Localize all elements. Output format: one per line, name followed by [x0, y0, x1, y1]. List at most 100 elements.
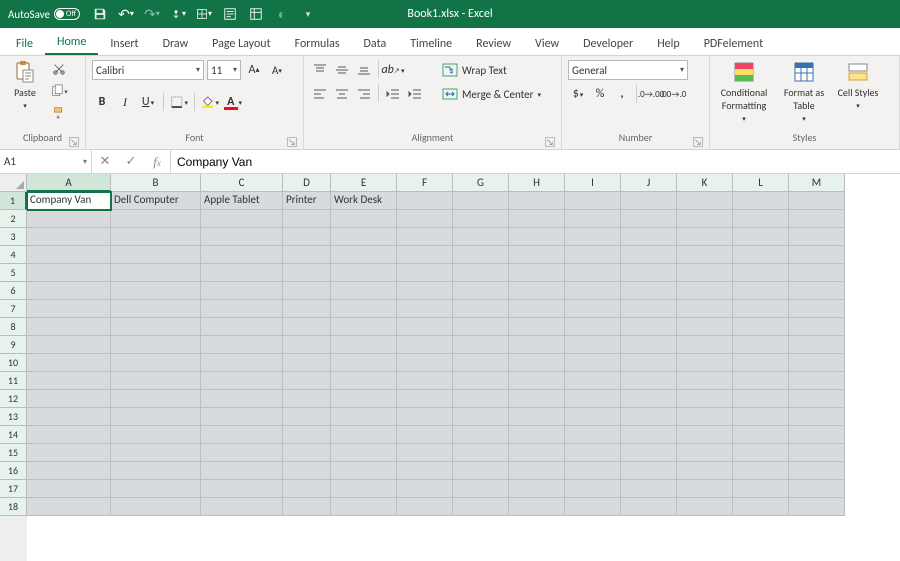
- cell[interactable]: [111, 210, 201, 228]
- decrease-decimal-icon[interactable]: .00→.0: [663, 84, 683, 104]
- cell[interactable]: [397, 300, 453, 318]
- cell[interactable]: [283, 264, 331, 282]
- cell[interactable]: [509, 390, 565, 408]
- cell[interactable]: [677, 210, 733, 228]
- row-header[interactable]: 10: [0, 354, 27, 372]
- cell[interactable]: [397, 372, 453, 390]
- cell[interactable]: [509, 192, 565, 210]
- cell[interactable]: [677, 498, 733, 516]
- cell[interactable]: Printer: [283, 192, 331, 210]
- cell[interactable]: [283, 336, 331, 354]
- cell[interactable]: [509, 210, 565, 228]
- cell[interactable]: [111, 444, 201, 462]
- pivottable-icon[interactable]: [248, 6, 264, 22]
- cell[interactable]: [201, 300, 283, 318]
- cell[interactable]: [789, 444, 845, 462]
- cell[interactable]: [789, 372, 845, 390]
- cell[interactable]: [789, 246, 845, 264]
- tab-help[interactable]: Help: [645, 31, 692, 55]
- cell[interactable]: [565, 192, 621, 210]
- cell[interactable]: [111, 318, 201, 336]
- cell[interactable]: [509, 318, 565, 336]
- cell[interactable]: [27, 354, 111, 372]
- font-dialog-launcher[interactable]: ↘: [287, 137, 297, 147]
- font-size-combo[interactable]: 11▾: [207, 60, 241, 80]
- cell[interactable]: [789, 318, 845, 336]
- column-header[interactable]: A: [27, 174, 111, 192]
- cell[interactable]: [397, 498, 453, 516]
- cell[interactable]: [733, 462, 789, 480]
- cell[interactable]: [331, 462, 397, 480]
- cell[interactable]: [111, 462, 201, 480]
- cell[interactable]: [453, 264, 509, 282]
- cell[interactable]: [27, 426, 111, 444]
- fill-color-button[interactable]: ▾: [200, 92, 220, 112]
- align-middle-icon[interactable]: [332, 60, 352, 80]
- save-icon[interactable]: [92, 6, 108, 22]
- cell[interactable]: [509, 354, 565, 372]
- cell[interactable]: [621, 300, 677, 318]
- cell[interactable]: [677, 246, 733, 264]
- cell[interactable]: [331, 372, 397, 390]
- merge-center-button[interactable]: Merge & Center ▾: [437, 84, 546, 104]
- cell[interactable]: [509, 246, 565, 264]
- cell[interactable]: [201, 408, 283, 426]
- cell[interactable]: [789, 192, 845, 210]
- cell[interactable]: [509, 264, 565, 282]
- cell[interactable]: [733, 264, 789, 282]
- cell[interactable]: [621, 444, 677, 462]
- borders-icon[interactable]: ▾: [196, 6, 212, 22]
- cell[interactable]: [283, 372, 331, 390]
- cell[interactable]: [509, 444, 565, 462]
- row-header[interactable]: 11: [0, 372, 27, 390]
- cell[interactable]: [283, 390, 331, 408]
- row-header[interactable]: 2: [0, 210, 27, 228]
- decrease-indent-icon[interactable]: [383, 84, 403, 104]
- cell[interactable]: [565, 426, 621, 444]
- align-left-icon[interactable]: [310, 84, 330, 104]
- align-center-icon[interactable]: [332, 84, 352, 104]
- format-as-table-button[interactable]: Format as Table▾: [776, 60, 832, 123]
- enter-formula-icon[interactable]: ✓: [118, 154, 144, 169]
- cell[interactable]: [111, 246, 201, 264]
- cell[interactable]: [621, 498, 677, 516]
- cell[interactable]: [733, 228, 789, 246]
- cell[interactable]: [509, 426, 565, 444]
- cell[interactable]: [27, 282, 111, 300]
- cancel-formula-icon[interactable]: ✕: [92, 154, 118, 169]
- cell[interactable]: [677, 462, 733, 480]
- cell[interactable]: [509, 336, 565, 354]
- tab-home[interactable]: Home: [45, 29, 98, 55]
- cell[interactable]: [733, 426, 789, 444]
- cell[interactable]: [621, 192, 677, 210]
- cell[interactable]: [201, 228, 283, 246]
- cell[interactable]: [509, 372, 565, 390]
- cell[interactable]: [733, 192, 789, 210]
- cell[interactable]: [331, 264, 397, 282]
- cell[interactable]: [565, 282, 621, 300]
- cell[interactable]: [397, 228, 453, 246]
- cell[interactable]: [621, 318, 677, 336]
- cell[interactable]: [789, 264, 845, 282]
- cell[interactable]: [397, 480, 453, 498]
- comma-format-icon[interactable]: ,: [612, 84, 632, 104]
- cell[interactable]: [331, 480, 397, 498]
- cell[interactable]: [201, 390, 283, 408]
- cell[interactable]: [733, 282, 789, 300]
- row-header[interactable]: 9: [0, 336, 27, 354]
- column-header[interactable]: E: [331, 174, 397, 192]
- decrease-font-icon[interactable]: A▾: [267, 60, 287, 80]
- cell[interactable]: [201, 354, 283, 372]
- tab-page-layout[interactable]: Page Layout: [200, 31, 282, 55]
- formula-input[interactable]: [171, 150, 900, 173]
- column-header[interactable]: G: [453, 174, 509, 192]
- cell[interactable]: [509, 462, 565, 480]
- paste-button[interactable]: Paste ▾: [6, 60, 44, 110]
- cell[interactable]: [27, 372, 111, 390]
- tab-data[interactable]: Data: [352, 31, 399, 55]
- cell[interactable]: [565, 462, 621, 480]
- column-header[interactable]: L: [733, 174, 789, 192]
- cell[interactable]: [733, 498, 789, 516]
- cell[interactable]: [733, 354, 789, 372]
- cell[interactable]: [677, 444, 733, 462]
